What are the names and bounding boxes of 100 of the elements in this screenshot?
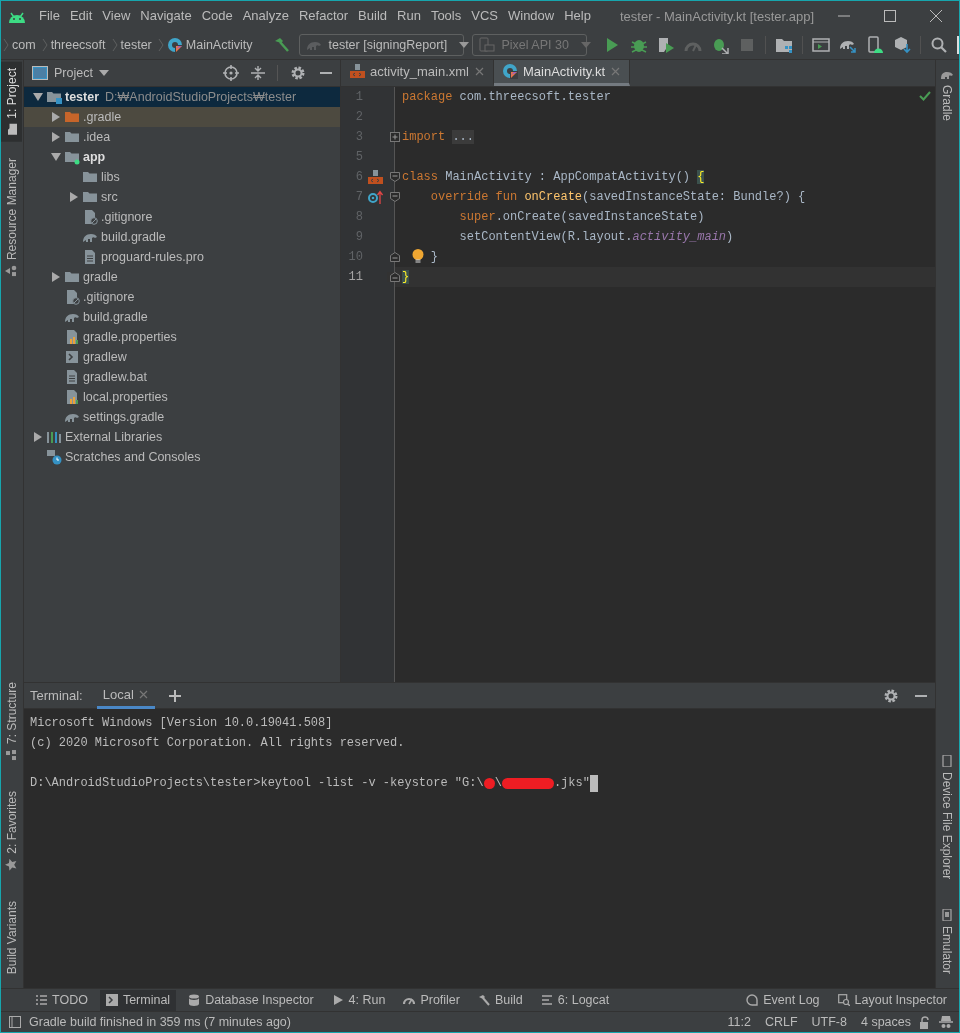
- settings-icon[interactable]: [883, 687, 899, 704]
- terminal-tab[interactable]: Local: [96, 682, 155, 709]
- menu-item[interactable]: Run: [392, 6, 426, 27]
- tree-item[interactable]: settings.gradle: [24, 406, 340, 427]
- menu-item[interactable]: Window: [502, 6, 560, 27]
- menu-item[interactable]: View: [97, 6, 136, 27]
- menu-item[interactable]: File: [34, 6, 65, 27]
- collapsed-arrow-icon[interactable]: [51, 111, 61, 122]
- menu-item[interactable]: Code: [196, 6, 238, 27]
- file-icon: [64, 288, 80, 305]
- menu-item[interactable]: Tools: [425, 6, 467, 27]
- close-icon[interactable]: [473, 65, 485, 77]
- maximize-icon[interactable]: [883, 9, 897, 24]
- status-item[interactable]: UTF-8: [811, 1015, 847, 1030]
- tree-item[interactable]: .gitignore: [24, 286, 340, 307]
- caret-icon: [98, 69, 109, 76]
- tree-item[interactable]: gradlew.bat: [24, 366, 340, 387]
- code-line: super.onCreate(savedInstanceState): [458, 208, 705, 226]
- fold-icon[interactable]: [389, 251, 400, 262]
- tool-window-tab[interactable]: 2: Favorites: [1, 785, 22, 877]
- coverage-icon[interactable]: [657, 36, 676, 55]
- tool-window-button[interactable]: 4: Run: [325, 989, 392, 1011]
- collapse-icon[interactable]: [251, 64, 265, 81]
- tree-item[interactable]: .gradle: [24, 106, 340, 127]
- status-item[interactable]: 4 spaces: [860, 1015, 911, 1030]
- tree-item[interactable]: External Libraries: [24, 426, 340, 447]
- collapsed-arrow-icon[interactable]: [33, 431, 43, 442]
- phone-icon[interactable]: [866, 36, 885, 55]
- menu-item[interactable]: Navigate: [135, 6, 197, 27]
- status-item[interactable]: 11:2: [727, 1015, 751, 1030]
- tool-window-tab[interactable]: 7: Structure: [1, 676, 22, 768]
- fold-icon[interactable]: [389, 271, 400, 282]
- menu-item[interactable]: Analyze: [237, 6, 294, 27]
- locate-icon[interactable]: [223, 64, 239, 81]
- fold-icon[interactable]: [389, 171, 400, 182]
- tool-window-tab[interactable]: Device File Explorer: [936, 748, 957, 886]
- collapsed-arrow-icon[interactable]: [51, 131, 61, 142]
- lightbulb-icon[interactable]: [412, 248, 424, 264]
- tree-item[interactable]: app: [24, 146, 340, 167]
- search-icon[interactable]: [930, 36, 949, 55]
- tree-item[interactable]: src: [24, 186, 340, 207]
- tree-row[interactable]: tester D:₩AndroidStudioProjects₩tester: [24, 86, 340, 107]
- tree-item[interactable]: libs: [24, 166, 340, 187]
- tree-item[interactable]: gradle.properties: [24, 326, 340, 347]
- tool-window-button[interactable]: Event Log: [740, 989, 826, 1011]
- code-line: }: [402, 246, 438, 267]
- tree-item[interactable]: Scratches and Consoles: [24, 446, 340, 467]
- tool-window-tab[interactable]: Emulator: [936, 903, 957, 981]
- tool-window-button[interactable]: Build: [472, 989, 529, 1011]
- status-item[interactable]: CRLF: [764, 1015, 798, 1030]
- editor-tab[interactable]: MainActivity.kt: [493, 59, 631, 86]
- expanded-arrow-icon[interactable]: [51, 151, 61, 162]
- breadcrumb[interactable]: tester: [120, 38, 152, 53]
- hammer-icon: [478, 994, 490, 1007]
- expanded-arrow-icon[interactable]: [33, 91, 43, 102]
- tree-item[interactable]: gradle: [24, 266, 340, 287]
- tool-window-tab[interactable]: Build Variants: [1, 894, 22, 981]
- fold-icon[interactable]: [389, 191, 400, 202]
- tool-window-button[interactable]: Profiler: [397, 989, 466, 1011]
- collapsed-arrow-icon[interactable]: [69, 191, 79, 202]
- tool-window-tab[interactable]: Gradle: [936, 61, 957, 127]
- menu-item[interactable]: Help: [559, 6, 596, 27]
- breadcrumb[interactable]: com: [12, 38, 36, 53]
- fold-icon[interactable]: [389, 131, 400, 142]
- hammer-icon[interactable]: [273, 37, 292, 54]
- screen-icon[interactable]: [812, 36, 831, 55]
- tool-window-button[interactable]: Database Inspector: [182, 989, 320, 1011]
- settings-icon[interactable]: [290, 64, 306, 81]
- tree-item[interactable]: local.properties: [24, 386, 340, 407]
- structure-icon: [5, 749, 18, 762]
- editor-tab[interactable]: activity_main.xml: [341, 59, 494, 86]
- run-icon: [331, 994, 344, 1007]
- tree-item[interactable]: .gitignore: [24, 206, 340, 227]
- menu-item[interactable]: Refactor: [293, 6, 354, 27]
- breadcrumb[interactable]: MainActivity: [166, 37, 253, 54]
- tool-window-button[interactable]: TODO: [29, 989, 94, 1011]
- tree-item[interactable]: proguard-rules.pro: [24, 246, 340, 267]
- tool-window-button[interactable]: Layout Inspector: [831, 989, 953, 1011]
- tool-window-button[interactable]: 6: Logcat: [534, 989, 616, 1011]
- menu-item[interactable]: VCS: [466, 6, 503, 27]
- plus-icon[interactable]: [168, 689, 181, 702]
- lock-icon[interactable]: [919, 1015, 931, 1029]
- panel-toggle-icon[interactable]: [9, 1016, 21, 1029]
- view-dropdown[interactable]: Project: [32, 65, 109, 80]
- menu-item[interactable]: Build: [353, 6, 392, 27]
- override-icon[interactable]: [367, 189, 383, 204]
- breadcrumb[interactable]: threecsoft: [50, 38, 106, 53]
- collapsed-arrow-icon[interactable]: [51, 271, 61, 282]
- close-icon[interactable]: [929, 9, 943, 24]
- package-icon[interactable]: [893, 36, 912, 55]
- tree-item[interactable]: gradlew: [24, 346, 340, 367]
- tool-window-tab[interactable]: Resource Manager: [1, 151, 22, 283]
- tool-window-tab[interactable]: 1: Project: [1, 61, 22, 142]
- tree-item[interactable]: build.gradle: [24, 306, 340, 327]
- tool-window-button[interactable]: Terminal: [99, 989, 177, 1011]
- line-number: 11: [347, 269, 363, 284]
- menu-item[interactable]: Edit: [64, 6, 98, 27]
- tree-item[interactable]: .idea: [24, 126, 340, 147]
- close-icon[interactable]: [137, 688, 149, 700]
- tree-item[interactable]: build.gradle: [24, 226, 340, 247]
